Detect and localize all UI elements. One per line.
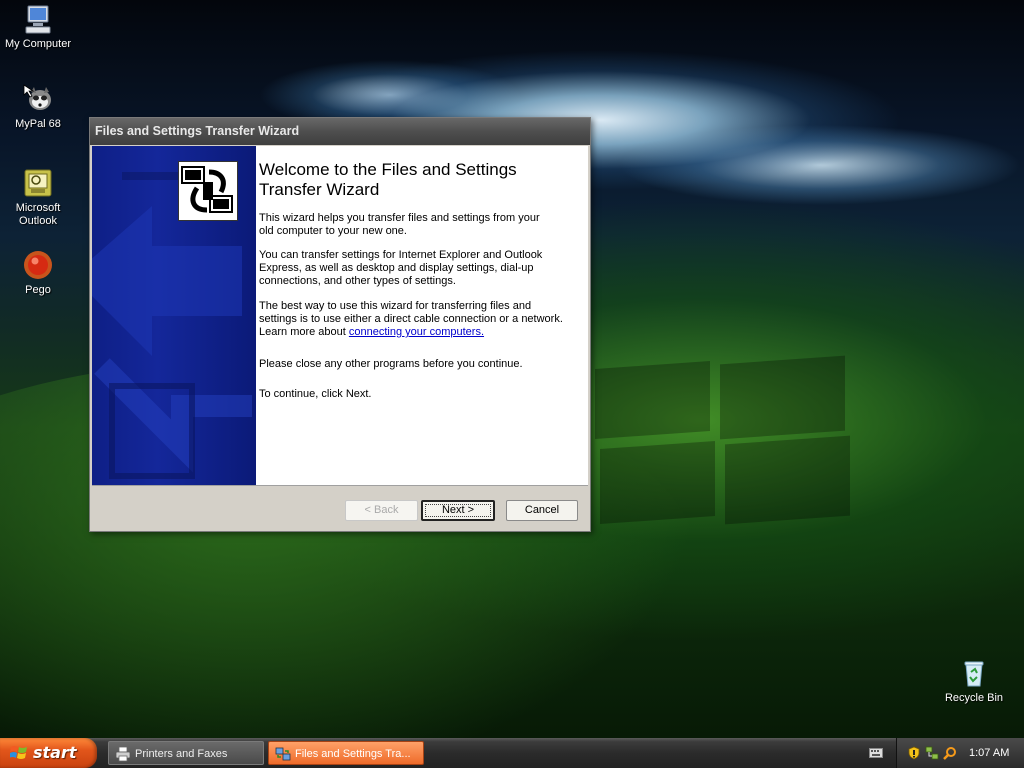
recycle-bin-icon — [958, 657, 990, 689]
search-icon[interactable] — [943, 746, 957, 760]
transfer-wizard-icon — [275, 746, 291, 762]
desktop-icon-mypal[interactable]: MyPal 68 — [0, 83, 76, 131]
wizard-logo-icon — [178, 161, 238, 221]
printer-icon — [115, 746, 131, 762]
wizard-title-bar[interactable]: Files and Settings Transfer Wizard — [90, 118, 590, 145]
window-shadow-pane — [600, 440, 715, 525]
desktop-icon-label: Pego — [25, 284, 51, 296]
desktop-icon-pego[interactable]: Pego — [0, 249, 76, 297]
desktop-icon-label: Recycle Bin — [944, 692, 1004, 704]
desktop-icon-label: MyPal 68 — [15, 118, 61, 130]
window-shadow-pane — [595, 360, 710, 440]
window-shadow-pane — [720, 355, 845, 440]
wizard-paragraph: To continue, click Next. — [259, 388, 372, 400]
window-shadow-pane — [725, 435, 850, 525]
pego-icon — [22, 249, 54, 281]
wizard-window[interactable]: Files and Settings Transfer Wizard Welco… — [89, 117, 591, 532]
wizard-content: Welcome to the Files and Settings Transf… — [178, 146, 583, 485]
desktop-icon-my-computer[interactable]: My Computer — [0, 3, 76, 51]
wizard-paragraph: Please close any other programs before y… — [259, 358, 523, 370]
desktop[interactable]: My Computer MyPal 68 Microsoft Outlook P… — [0, 0, 1024, 738]
keyboard-icon[interactable] — [869, 748, 883, 758]
taskbar-button-printers[interactable]: Printers and Faxes — [108, 741, 264, 765]
connecting-computers-link[interactable]: connecting your computers. — [349, 326, 484, 338]
cancel-button[interactable]: Cancel — [506, 500, 578, 521]
taskbar: start Printers and Faxes Files and Setti… — [0, 738, 1024, 768]
taskbar-button-label: Printers and Faxes — [135, 748, 228, 760]
security-shield-icon[interactable] — [907, 746, 921, 760]
wizard-body: Welcome to the Files and Settings Transf… — [92, 146, 588, 485]
wizard-paragraph: This wizard helps you transfer files and… — [259, 212, 540, 237]
taskbar-clock[interactable]: 1:07 AM — [969, 738, 1009, 768]
desktop-icon-recycle-bin[interactable]: Recycle Bin — [936, 657, 1012, 705]
system-tray: 1:07 AM — [896, 738, 1024, 768]
outlook-icon — [22, 167, 54, 199]
desktop-icon-outlook[interactable]: Microsoft Outlook — [0, 167, 76, 228]
next-button-label: Next > — [425, 504, 491, 517]
wizard-heading: Welcome to the Files and Settings Transf… — [259, 160, 517, 199]
taskbar-button-label: Files and Settings Tra... — [295, 748, 411, 760]
taskbar-button-wizard[interactable]: Files and Settings Tra... — [268, 741, 424, 765]
wizard-title: Files and Settings Transfer Wizard — [95, 124, 300, 138]
back-button[interactable]: < Back — [345, 500, 418, 521]
wizard-divider — [92, 485, 588, 486]
start-button[interactable]: start — [0, 738, 97, 768]
network-icon[interactable] — [925, 746, 939, 760]
desktop-icon-label: My Computer — [4, 38, 72, 50]
computer-icon — [22, 3, 54, 35]
windows-flag-icon — [9, 745, 28, 761]
next-button[interactable]: Next > — [421, 500, 495, 521]
start-label: start — [33, 743, 77, 762]
desktop-icon-label: Microsoft Outlook — [15, 202, 61, 227]
wizard-paragraph: The best way to use this wizard for tran… — [259, 300, 563, 339]
raccoon-icon — [22, 83, 54, 115]
wizard-paragraph: You can transfer settings for Internet E… — [259, 249, 543, 287]
